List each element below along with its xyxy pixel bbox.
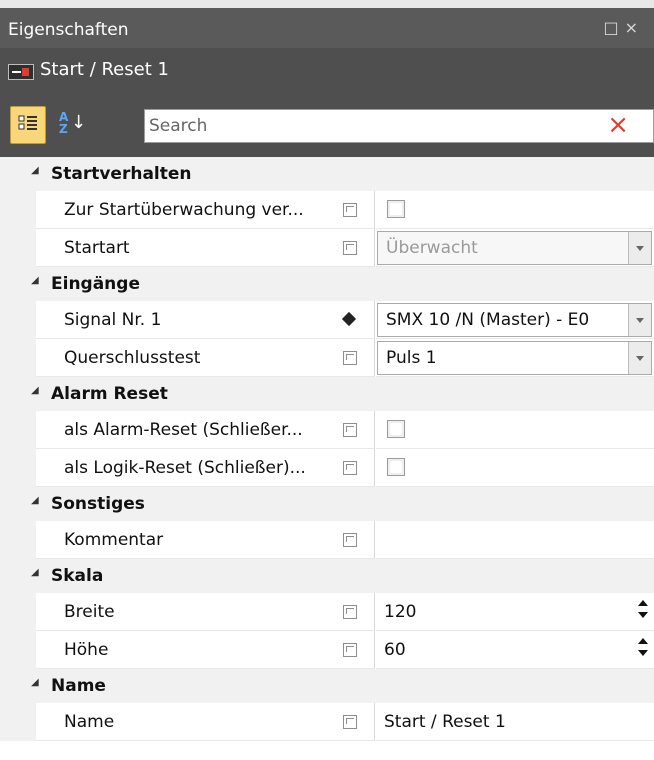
dropdown-arrow-icon[interactable] bbox=[628, 304, 651, 336]
checkbox[interactable] bbox=[387, 200, 405, 218]
binding-icon bbox=[343, 241, 357, 255]
object-name: Start / Reset 1 bbox=[40, 59, 169, 80]
property-name: als Logik-Reset (Schließer)... bbox=[36, 449, 375, 487]
property-row[interactable]: Höhe 60 bbox=[0, 631, 654, 669]
close-icon[interactable]: × bbox=[625, 18, 644, 37]
search-input[interactable]: Search bbox=[149, 116, 207, 136]
alphabetical-sort-button[interactable]: AZ ↓ bbox=[51, 106, 87, 142]
binding-icon bbox=[343, 605, 357, 619]
property-name: als Alarm-Reset (Schließer... bbox=[36, 411, 375, 449]
property-value[interactable]: Puls 1 bbox=[376, 339, 654, 377]
name-field[interactable]: Start / Reset 1 bbox=[376, 703, 654, 741]
property-search[interactable]: Search × bbox=[144, 109, 654, 143]
startart-dropdown[interactable]: Überwacht bbox=[377, 231, 652, 265]
clear-search-icon[interactable]: × bbox=[607, 110, 629, 140]
property-row[interactable]: als Logik-Reset (Schließer)... bbox=[0, 449, 654, 487]
property-row[interactable]: Querschlusstest Puls 1 bbox=[0, 339, 654, 377]
category-eingaenge[interactable]: ◢ Eingänge bbox=[0, 267, 654, 301]
category-label: Skala bbox=[51, 566, 104, 586]
property-name: Querschlusstest bbox=[36, 339, 375, 377]
panel-title: Eigenschaften bbox=[8, 20, 129, 40]
dropdown-arrow-icon[interactable] bbox=[628, 232, 651, 264]
property-value[interactable]: SMX 10 /N (Master) - E0 bbox=[376, 301, 654, 339]
property-grid: ◢ Startverhalten Zur Startüberwachung ve… bbox=[0, 157, 654, 760]
property-value[interactable] bbox=[376, 449, 654, 487]
expand-arrow-icon[interactable]: ◢ bbox=[31, 567, 39, 578]
category-label: Startverhalten bbox=[51, 164, 192, 184]
expand-arrow-icon[interactable]: ◢ bbox=[31, 275, 39, 286]
expand-arrow-icon[interactable]: ◢ bbox=[31, 495, 39, 506]
category-startverhalten[interactable]: ◢ Startverhalten bbox=[0, 157, 654, 191]
binding-icon bbox=[343, 351, 357, 365]
top-edge bbox=[0, 0, 654, 8]
category-name[interactable]: ◢ Name bbox=[0, 669, 654, 703]
hoehe-number-field[interactable]: 60 bbox=[376, 631, 654, 669]
start-reset-icon bbox=[8, 64, 34, 80]
property-row[interactable]: Name Start / Reset 1 bbox=[0, 703, 654, 741]
property-value[interactable] bbox=[376, 411, 654, 449]
panel-title-bar: Eigenschaften □× bbox=[0, 8, 654, 48]
checkbox[interactable] bbox=[387, 420, 405, 438]
binding-icon bbox=[343, 461, 357, 475]
property-row[interactable]: Zur Startüberwachung ver... bbox=[0, 191, 654, 229]
checkbox[interactable] bbox=[387, 458, 405, 476]
category-alarm-reset[interactable]: ◢ Alarm Reset bbox=[0, 377, 654, 411]
querschlusstest-dropdown[interactable]: Puls 1 bbox=[377, 341, 652, 375]
category-skala[interactable]: ◢ Skala bbox=[0, 559, 654, 593]
property-name: Kommentar bbox=[36, 521, 375, 559]
dropdown-arrow-icon[interactable] bbox=[628, 342, 651, 374]
category-label: Sonstiges bbox=[51, 494, 145, 514]
categorized-icon bbox=[18, 115, 37, 130]
property-name: Name bbox=[36, 703, 375, 741]
binding-icon bbox=[343, 533, 357, 547]
property-name: Startart bbox=[36, 229, 375, 267]
breite-number-field[interactable]: 120 bbox=[376, 593, 654, 631]
kommentar-field[interactable] bbox=[376, 521, 654, 559]
property-toolbar: AZ ↓ Search × bbox=[0, 95, 654, 157]
category-sonstiges[interactable]: ◢ Sonstiges bbox=[0, 487, 654, 521]
category-label: Name bbox=[51, 676, 106, 696]
binding-icon bbox=[343, 423, 357, 437]
binding-icon bbox=[343, 203, 357, 217]
maximize-icon[interactable]: □ bbox=[603, 18, 624, 37]
category-label: Alarm Reset bbox=[51, 384, 168, 404]
object-header: Start / Reset 1 bbox=[0, 48, 654, 95]
property-value[interactable]: Überwacht bbox=[376, 229, 654, 267]
property-row[interactable]: Startart Überwacht bbox=[0, 229, 654, 267]
property-name: Höhe bbox=[36, 631, 375, 669]
alphabetical-icon: AZ bbox=[59, 110, 69, 136]
signal-dropdown[interactable]: SMX 10 /N (Master) - E0 bbox=[377, 303, 652, 337]
property-row[interactable]: als Alarm-Reset (Schließer... bbox=[0, 411, 654, 449]
expand-arrow-icon[interactable]: ◢ bbox=[31, 677, 39, 688]
property-name: Zur Startüberwachung ver... bbox=[36, 191, 375, 229]
property-row[interactable]: Breite 120 bbox=[0, 593, 654, 631]
binding-icon bbox=[343, 643, 357, 657]
signal-diamond-icon bbox=[341, 311, 357, 327]
property-name: Signal Nr. 1 bbox=[36, 301, 375, 339]
expand-arrow-icon[interactable]: ◢ bbox=[31, 165, 39, 176]
categorized-view-button[interactable] bbox=[10, 106, 46, 144]
down-arrow-icon: ↓ bbox=[71, 112, 87, 133]
spinner-icon[interactable] bbox=[638, 598, 648, 622]
window-controls[interactable]: □× bbox=[603, 18, 644, 37]
properties-panel: Eigenschaften □× Start / Reset 1 AZ ↓ Se… bbox=[0, 0, 654, 760]
spinner-icon[interactable] bbox=[638, 636, 648, 660]
property-value[interactable] bbox=[376, 191, 654, 229]
category-label: Eingänge bbox=[51, 274, 140, 294]
property-row[interactable]: Kommentar bbox=[0, 521, 654, 559]
expand-arrow-icon[interactable]: ◢ bbox=[31, 385, 39, 396]
property-name: Breite bbox=[36, 593, 375, 631]
property-row[interactable]: Signal Nr. 1 SMX 10 /N (Master) - E0 bbox=[0, 301, 654, 339]
binding-icon bbox=[343, 715, 357, 729]
